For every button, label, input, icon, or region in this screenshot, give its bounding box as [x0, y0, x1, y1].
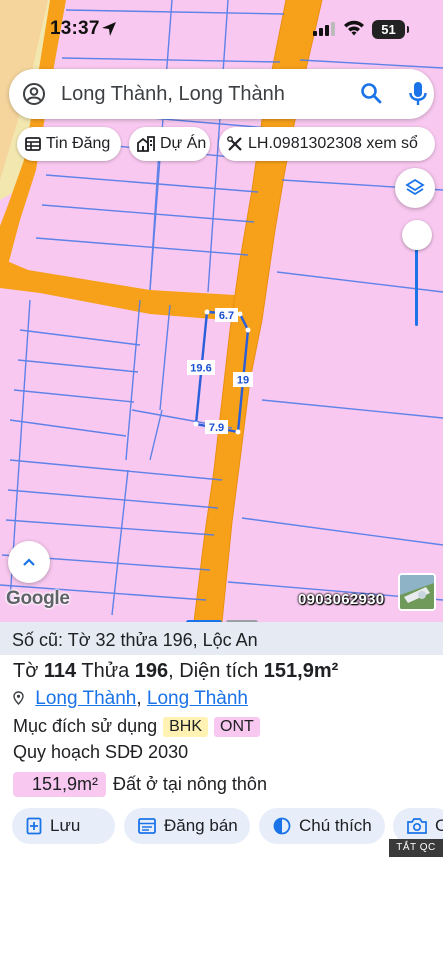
microphone-icon[interactable]: [408, 80, 428, 108]
purpose-tag-ont: ONT: [214, 716, 260, 737]
signal-icon: [313, 22, 335, 36]
plot-bottom-label: 7.9: [209, 422, 224, 434]
camera-plus-icon: [407, 818, 427, 834]
layers-button[interactable]: [395, 168, 435, 208]
purpose-line: Mục đích sử dụng BHK ONT: [13, 716, 260, 737]
plot-right-label: 19: [237, 375, 249, 387]
plot-top-label: 6.7: [219, 310, 234, 322]
area-value: 151,9m²: [263, 660, 339, 682]
chip-projects[interactable]: Dự Án: [129, 127, 210, 161]
buildings-icon: [137, 136, 155, 152]
zoom-slider-handle[interactable]: [402, 220, 432, 250]
map-view[interactable]: 6.7 19.6 19 7.9 13:37 51 Long Thành, Lon…: [0, 0, 443, 622]
post-button-label: Đăng bán: [164, 816, 238, 835]
tools-icon: [227, 136, 242, 151]
plan-description: Đất ở tại nông thôn: [113, 774, 267, 794]
commune-link[interactable]: Long Thành: [147, 688, 248, 709]
chip-contact[interactable]: LH.0981302308 xem sổ: [219, 127, 435, 161]
plan-area-badge: 151,9m²: [13, 772, 107, 797]
sheet-number: 114: [43, 660, 77, 682]
listing-icon: [138, 818, 156, 834]
sheet-label: Tờ: [13, 660, 39, 682]
old-number-text: Số cũ: Tờ 32 thửa 196, Lộc An: [12, 630, 258, 650]
save-button[interactable]: Lưu: [12, 808, 115, 844]
status-time: 13:37: [50, 18, 100, 39]
legend-button-label: Chú thích: [299, 816, 372, 835]
phone-overlay: 0903062930: [298, 591, 385, 608]
area-label: Diện tích: [179, 660, 259, 682]
plot-left-label: 19.6: [190, 363, 211, 375]
zoom-slider-track[interactable]: [415, 246, 418, 326]
google-logo: Google: [6, 588, 70, 609]
chip-projects-label: Dự Án: [160, 135, 207, 152]
layers-icon: [405, 178, 425, 196]
wifi-icon: [344, 20, 364, 36]
search-icon[interactable]: [359, 81, 383, 105]
location-line: Long Thành, Long Thành: [13, 688, 248, 710]
post-for-sale-button[interactable]: Đăng bán: [124, 808, 250, 844]
search-bar[interactable]: [9, 69, 434, 119]
save-button-label: Lưu: [50, 816, 81, 835]
half-circle-icon: [273, 817, 291, 835]
lot-label: Thửa: [81, 660, 130, 682]
old-number-strip: Số cũ: Tờ 32 thửa 196, Lộc An: [0, 622, 443, 655]
chip-listings[interactable]: Tin Đăng: [17, 127, 121, 161]
chip-listings-label: Tin Đăng: [46, 135, 111, 152]
lot-number: 196: [134, 660, 169, 682]
bookmark-plus-icon: [26, 817, 42, 835]
camera-button-label: C: [435, 816, 443, 835]
search-input[interactable]: [61, 77, 351, 111]
chevron-up-icon: [23, 558, 35, 566]
plan-area-line: 151,9m² Đất ở tại nông thôn: [13, 772, 267, 797]
plan-label: Quy hoạch SDĐ 2030: [13, 742, 189, 762]
table-icon: [25, 137, 41, 151]
parcel-info-panel: Số cũ: Tờ 32 thửa 196, Lộc An Tờ 114 Thử…: [0, 622, 443, 960]
chip-contact-label: LH.0981302308 xem sổ: [248, 135, 418, 152]
purpose-label: Mục đích sử dụng: [13, 716, 158, 736]
legend-button[interactable]: Chú thích: [259, 808, 385, 844]
status-bar: 13:37 51: [0, 0, 443, 60]
battery-indicator: 51: [372, 20, 409, 39]
location-arrow-icon: [102, 22, 116, 36]
district-link[interactable]: Long Thành: [35, 688, 136, 709]
parcel-summary: Tờ 114 Thửa 196, Diện tích 151,9m²: [13, 660, 339, 682]
turn-off-ads-tag[interactable]: TẮT QC: [389, 839, 443, 857]
map-pin-icon: [13, 691, 24, 705]
satellite-thumbnail[interactable]: [398, 573, 436, 611]
purpose-tag-bhk: BHK: [163, 716, 209, 737]
account-icon[interactable]: [22, 82, 46, 106]
expand-up-button[interactable]: [8, 541, 50, 583]
